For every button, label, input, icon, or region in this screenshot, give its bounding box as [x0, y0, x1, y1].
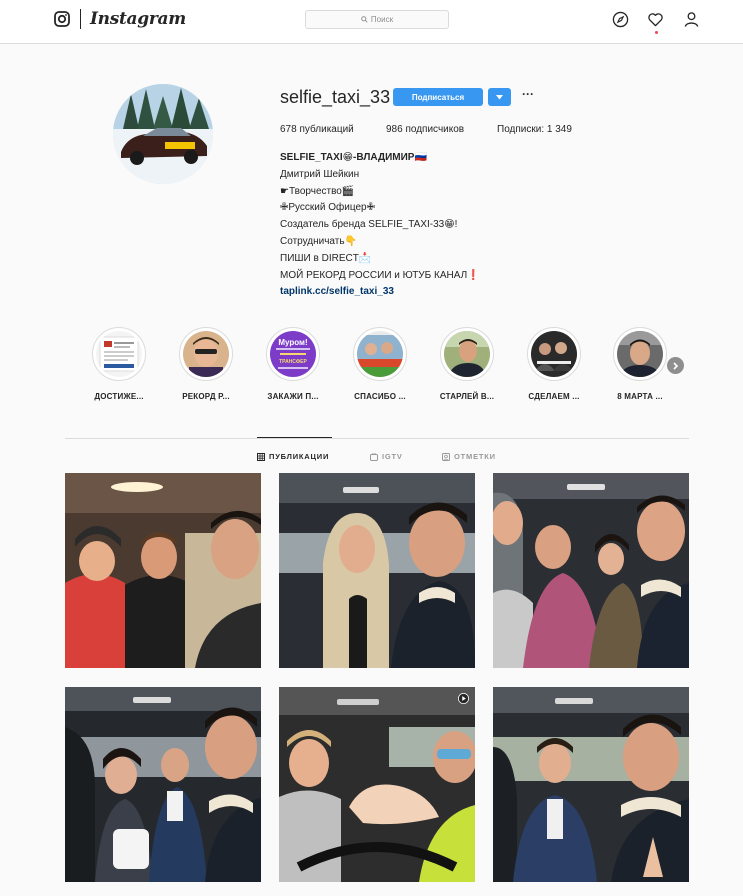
- profile-username: selfie_taxi_33: [280, 87, 391, 107]
- highlight-cover: [617, 331, 663, 377]
- notification-dot: [655, 31, 658, 34]
- highlight-label: 8 МАРТА ...: [617, 392, 663, 401]
- highlight-cover: [444, 331, 490, 377]
- heart-icon[interactable]: [647, 11, 664, 28]
- grid-icon: [257, 452, 265, 461]
- bio-line: Сотрудничать👇: [280, 235, 357, 247]
- highlight-label: РЕКОРД Р...: [182, 392, 230, 401]
- highlight-record[interactable]: РЕКОРД Р...: [178, 327, 234, 401]
- highlight-lets-do[interactable]: СДЕЛАЕМ ...: [526, 327, 582, 401]
- profile-icon[interactable]: [683, 11, 700, 28]
- suggestions-dropdown-button[interactable]: [488, 88, 511, 106]
- highlight-achievements[interactable]: ДОСТИЖЕ...: [91, 327, 147, 401]
- highlight-label: ЗАКАЖИ П...: [267, 392, 319, 401]
- tab-label: ОТМЕТКИ: [454, 452, 496, 461]
- tab-label: IGTV: [382, 452, 403, 461]
- profile-bio: SELFIE_TAXI😁-ВЛАДИМИР🇷🇺 Дмитрий Шейкин ☛…: [280, 150, 480, 301]
- post-photo: [493, 473, 689, 668]
- bio-title: SELFIE_TAXI😁-ВЛАДИМИР🇷🇺: [280, 152, 427, 163]
- tab-label: ПУБЛИКАЦИИ: [269, 452, 330, 461]
- tab-igtv[interactable]: IGTV: [370, 452, 403, 461]
- highlight-thanks[interactable]: СПАСИБО ...: [352, 327, 408, 401]
- highlight-cover-title: Муром!: [278, 338, 307, 347]
- highlight-label: СТАРЛЕЙ В...: [439, 392, 495, 401]
- active-tab-indicator: [257, 437, 332, 438]
- more-options-button[interactable]: ···: [520, 88, 536, 104]
- bio-line: ПИШИ в DIRECT📩: [280, 252, 372, 264]
- highlight-lieutenant[interactable]: СТАРЛЕЙ В...: [439, 327, 495, 401]
- bio-line: ✙Русский Офицер✙: [280, 202, 375, 214]
- highlight-cover: [183, 331, 229, 377]
- video-icon: [458, 693, 469, 704]
- posts-count: 678 публикаций: [280, 124, 354, 135]
- bio-line: ☛Творчество🎬: [280, 185, 355, 197]
- highlight-march-8[interactable]: 8 МАРТА ...: [612, 327, 668, 401]
- tab-posts[interactable]: ПУБЛИКАЦИИ: [257, 452, 329, 461]
- highlight-cover-subtitle: ТРАНСФЕР: [279, 359, 307, 365]
- search-placeholder: Поиск: [370, 15, 394, 24]
- instagram-camera-icon[interactable]: [54, 11, 70, 27]
- post-thumbnail[interactable]: [279, 473, 475, 668]
- instagram-wordmark[interactable]: Instagram: [90, 9, 186, 29]
- post-photo: [493, 687, 689, 882]
- post-thumbnail[interactable]: [65, 473, 261, 668]
- post-photo: [65, 687, 261, 882]
- bio-line: МОЙ РЕКОРД РОССИИ и ЮТУБ КАНАЛ❗: [280, 269, 480, 281]
- bio-link[interactable]: taplink.cc/selfie_taxi_33: [280, 284, 480, 301]
- tab-tagged[interactable]: ОТМЕТКИ: [442, 452, 496, 461]
- video-badge: [458, 693, 469, 704]
- search-icon: [361, 16, 368, 23]
- highlight-cover: [357, 331, 403, 377]
- bio-line: Дмитрий Шейкин: [280, 168, 360, 180]
- highlight-label: СПАСИБО ...: [354, 392, 406, 401]
- highlight-label: СДЕЛАЕМ ...: [528, 392, 580, 401]
- post-photo: [65, 473, 261, 668]
- caret-down-icon: [496, 94, 503, 99]
- follow-button[interactable]: Подписаться: [393, 88, 483, 106]
- search-input[interactable]: Поиск: [305, 10, 449, 29]
- highlight-cover: [96, 331, 142, 377]
- following-count[interactable]: Подписки: 1 349: [497, 124, 572, 135]
- compass-icon[interactable]: [612, 11, 629, 28]
- post-photo: [279, 687, 475, 882]
- post-thumbnail[interactable]: [279, 687, 475, 882]
- post-photo: [279, 473, 475, 668]
- nav-divider: [80, 9, 81, 29]
- post-thumbnail[interactable]: [493, 687, 689, 882]
- bio-line: Создатель бренда SELFIE_TAXI-33😁!: [280, 219, 458, 231]
- top-nav: Instagram Поиск: [0, 0, 743, 44]
- avatar-photo: [113, 84, 213, 184]
- highlight-order[interactable]: Муром! ТРАНСФЕР ЗАКАЖИ П...: [265, 327, 321, 401]
- post-thumbnail[interactable]: [493, 473, 689, 668]
- profile-avatar[interactable]: [113, 84, 213, 184]
- highlight-cover: Муром! ТРАНСФЕР: [270, 331, 316, 377]
- followers-count[interactable]: 986 подписчиков: [386, 124, 464, 135]
- highlights-next-button[interactable]: [667, 357, 684, 374]
- tabs-divider: [65, 438, 689, 439]
- highlight-label: ДОСТИЖЕ...: [94, 392, 144, 401]
- tagged-icon: [442, 452, 450, 461]
- igtv-icon: [370, 452, 378, 461]
- highlight-cover: [531, 331, 577, 377]
- post-thumbnail[interactable]: [65, 687, 261, 882]
- chevron-right-icon: [673, 361, 679, 370]
